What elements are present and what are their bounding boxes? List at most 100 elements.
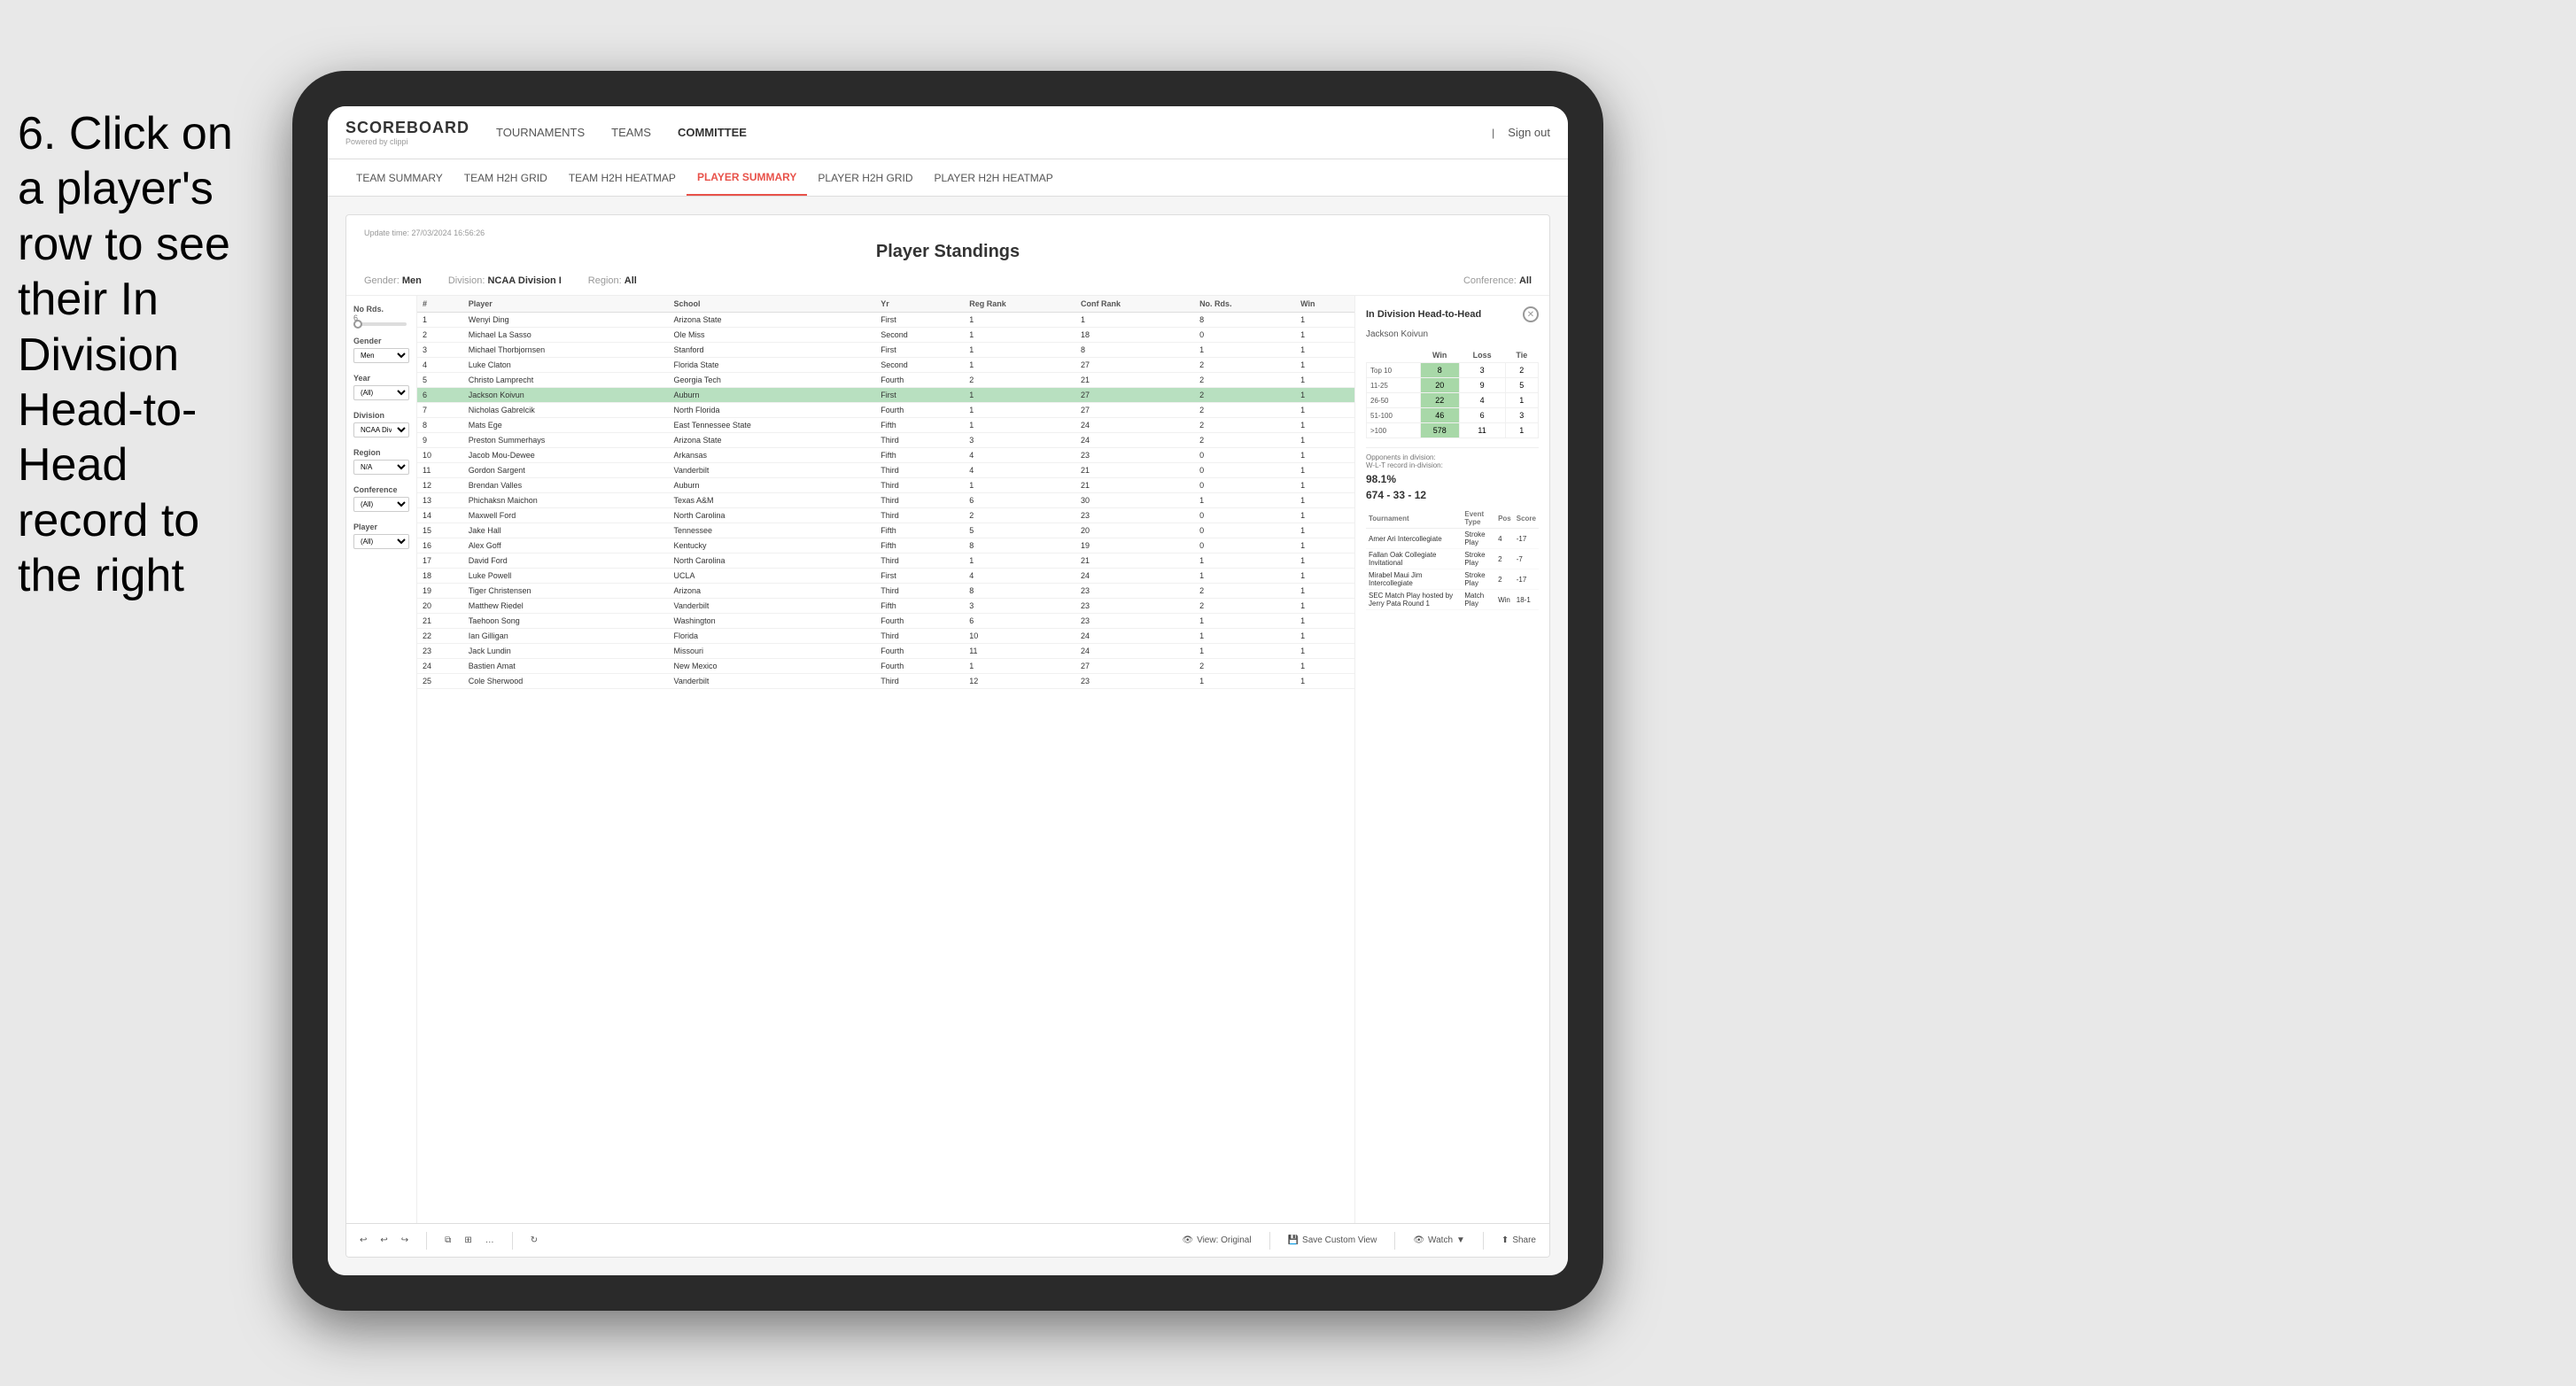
sub-nav-team-h2h-heatmap[interactable]: TEAM H2H HEATMAP: [558, 159, 687, 196]
table-row[interactable]: 16 Alex Goff Kentucky Fifth 8 19 0 1: [417, 538, 1354, 554]
cell-school: Washington: [668, 614, 875, 629]
tournament-type: Match Play: [1462, 590, 1495, 610]
sub-nav-player-summary[interactable]: PLAYER SUMMARY: [687, 159, 807, 196]
paste-btn[interactable]: ⊞: [464, 1235, 471, 1245]
undo-btn[interactable]: ↩: [360, 1235, 367, 1245]
cell-rds: 1: [1194, 554, 1295, 569]
nav-committee[interactable]: COMMITTEE: [678, 121, 747, 143]
cell-reg: 8: [964, 538, 1075, 554]
table-row[interactable]: 2 Michael La Sasso Ole Miss Second 1 18 …: [417, 328, 1354, 343]
h2h-cell-loss: 6: [1459, 408, 1505, 423]
share-btn[interactable]: ⬆ Share: [1501, 1235, 1536, 1245]
player-table: # Player School Yr Reg Rank Conf Rank No…: [417, 296, 1354, 689]
table-row[interactable]: 25 Cole Sherwood Vanderbilt Third 12 23 …: [417, 674, 1354, 689]
view-original-btn[interactable]: 👁 View: Original: [1182, 1235, 1251, 1245]
col-yr: Yr: [875, 296, 964, 313]
cell-player: Preston Summerhays: [463, 433, 669, 448]
table-row[interactable]: 12 Brendan Valles Auburn Third 1 21 0 1: [417, 478, 1354, 493]
cell-player: Michael Thorbjornsen: [463, 343, 669, 358]
opponents-section: Opponents in division: W-L-T record in-d…: [1366, 447, 1539, 610]
cell-rds: 8: [1194, 313, 1295, 328]
table-row[interactable]: 9 Preston Summerhays Arizona State Third…: [417, 433, 1354, 448]
cell-school: Arkansas: [668, 448, 875, 463]
sign-out-link[interactable]: Sign out: [1508, 121, 1550, 143]
table-row[interactable]: 17 David Ford North Carolina Third 1 21 …: [417, 554, 1354, 569]
col-no-rds: No. Rds.: [1194, 296, 1295, 313]
dashboard-body: No Rds. 6 Gender Men: [346, 296, 1549, 1223]
nav-tournaments[interactable]: TOURNAMENTS: [496, 121, 585, 143]
cell-rds: 0: [1194, 508, 1295, 523]
gender-filter-select[interactable]: Men: [353, 348, 409, 363]
table-row[interactable]: 19 Tiger Christensen Arizona Third 8 23 …: [417, 584, 1354, 599]
table-row[interactable]: 6 Jackson Koivun Auburn First 1 27 2 1: [417, 388, 1354, 403]
table-row[interactable]: 13 Phichaksn Maichon Texas A&M Third 6 3…: [417, 493, 1354, 508]
division-filter-group: Division NCAA Division I: [353, 411, 409, 437]
cell-rank: 24: [417, 659, 463, 674]
cell-yr: Third: [875, 674, 964, 689]
table-row[interactable]: 21 Taehoon Song Washington Fourth 6 23 1…: [417, 614, 1354, 629]
pct-value: 98.1%: [1366, 473, 1396, 485]
nav-teams[interactable]: TEAMS: [611, 121, 651, 143]
h2h-cell-tie: 3: [1505, 408, 1538, 423]
cell-rank: 22: [417, 629, 463, 644]
redo2-btn[interactable]: ↪: [401, 1235, 408, 1245]
view-icon: 👁: [1182, 1235, 1193, 1245]
cell-yr: Fourth: [875, 659, 964, 674]
table-row[interactable]: 4 Luke Claton Florida State Second 1 27 …: [417, 358, 1354, 373]
region-filter-select[interactable]: N/A: [353, 460, 409, 475]
sub-nav: TEAM SUMMARY TEAM H2H GRID TEAM H2H HEAT…: [328, 159, 1568, 197]
cell-rank: 4: [417, 358, 463, 373]
table-row[interactable]: 23 Jack Lundin Missouri Fourth 11 24 1 1: [417, 644, 1354, 659]
division-filter-select[interactable]: NCAA Division I: [353, 422, 409, 437]
cell-conf: 21: [1075, 554, 1194, 569]
cell-win: 1: [1295, 644, 1354, 659]
table-row[interactable]: 11 Gordon Sargent Vanderbilt Third 4 21 …: [417, 463, 1354, 478]
cell-player: Jackson Koivun: [463, 388, 669, 403]
sub-nav-team-summary[interactable]: TEAM SUMMARY: [345, 159, 454, 196]
table-row[interactable]: 3 Michael Thorbjornsen Stanford First 1 …: [417, 343, 1354, 358]
refresh-btn[interactable]: ↻: [531, 1235, 538, 1245]
cell-school: Tennessee: [668, 523, 875, 538]
toolbar-separator-3: [1269, 1232, 1270, 1250]
table-row[interactable]: 18 Luke Powell UCLA First 4 24 1 1: [417, 569, 1354, 584]
cell-conf: 24: [1075, 629, 1194, 644]
table-row[interactable]: 10 Jacob Mou-Dewee Arkansas Fifth 4 23 0…: [417, 448, 1354, 463]
region-filter-group: Region N/A: [353, 448, 409, 475]
save-custom-btn[interactable]: 💾 Save Custom View: [1288, 1235, 1377, 1245]
col-event-type: Event Type: [1462, 508, 1495, 529]
no-rds-slider[interactable]: [353, 322, 409, 326]
watch-btn[interactable]: 👁 Watch ▼: [1413, 1235, 1465, 1245]
cell-yr: Fifth: [875, 418, 964, 433]
table-row[interactable]: 5 Christo Lamprecht Georgia Tech Fourth …: [417, 373, 1354, 388]
table-row[interactable]: 7 Nicholas Gabrelcik North Florida Fourt…: [417, 403, 1354, 418]
cell-rds: 2: [1194, 659, 1295, 674]
cell-conf: 27: [1075, 388, 1194, 403]
cell-yr: First: [875, 388, 964, 403]
year-filter-select[interactable]: (All): [353, 385, 409, 400]
conference-filter-select[interactable]: (All): [353, 497, 409, 512]
table-row[interactable]: 20 Matthew Riedel Vanderbilt Fifth 3 23 …: [417, 599, 1354, 614]
cell-player: Ian Gilligan: [463, 629, 669, 644]
table-row[interactable]: 22 Ian Gilligan Florida Third 10 24 1 1: [417, 629, 1354, 644]
sub-nav-player-h2h-grid[interactable]: PLAYER H2H GRID: [807, 159, 923, 196]
table-row[interactable]: 1 Wenyi Ding Arizona State First 1 1 8 1: [417, 313, 1354, 328]
more-btn[interactable]: …: [485, 1235, 494, 1245]
cell-win: 1: [1295, 478, 1354, 493]
table-row[interactable]: 8 Mats Ege East Tennessee State Fifth 1 …: [417, 418, 1354, 433]
cell-reg: 11: [964, 644, 1075, 659]
table-row[interactable]: 14 Maxwell Ford North Carolina Third 2 2…: [417, 508, 1354, 523]
table-row[interactable]: 15 Jake Hall Tennessee Fifth 5 20 0 1: [417, 523, 1354, 538]
cell-yr: Fifth: [875, 538, 964, 554]
redo-btn[interactable]: ↩: [380, 1235, 387, 1245]
cell-yr: Fifth: [875, 448, 964, 463]
close-button[interactable]: ✕: [1523, 306, 1539, 322]
cell-conf: 23: [1075, 508, 1194, 523]
player-filter-select[interactable]: (All): [353, 534, 409, 549]
sub-nav-player-h2h-heatmap[interactable]: PLAYER H2H HEATMAP: [924, 159, 1064, 196]
player-filter-label: Player: [353, 523, 409, 531]
copy-btn[interactable]: ⧉: [445, 1235, 451, 1245]
tournament-pos: 4: [1495, 529, 1514, 549]
cell-rank: 23: [417, 644, 463, 659]
sub-nav-team-h2h-grid[interactable]: TEAM H2H GRID: [454, 159, 558, 196]
table-row[interactable]: 24 Bastien Amat New Mexico Fourth 1 27 2…: [417, 659, 1354, 674]
